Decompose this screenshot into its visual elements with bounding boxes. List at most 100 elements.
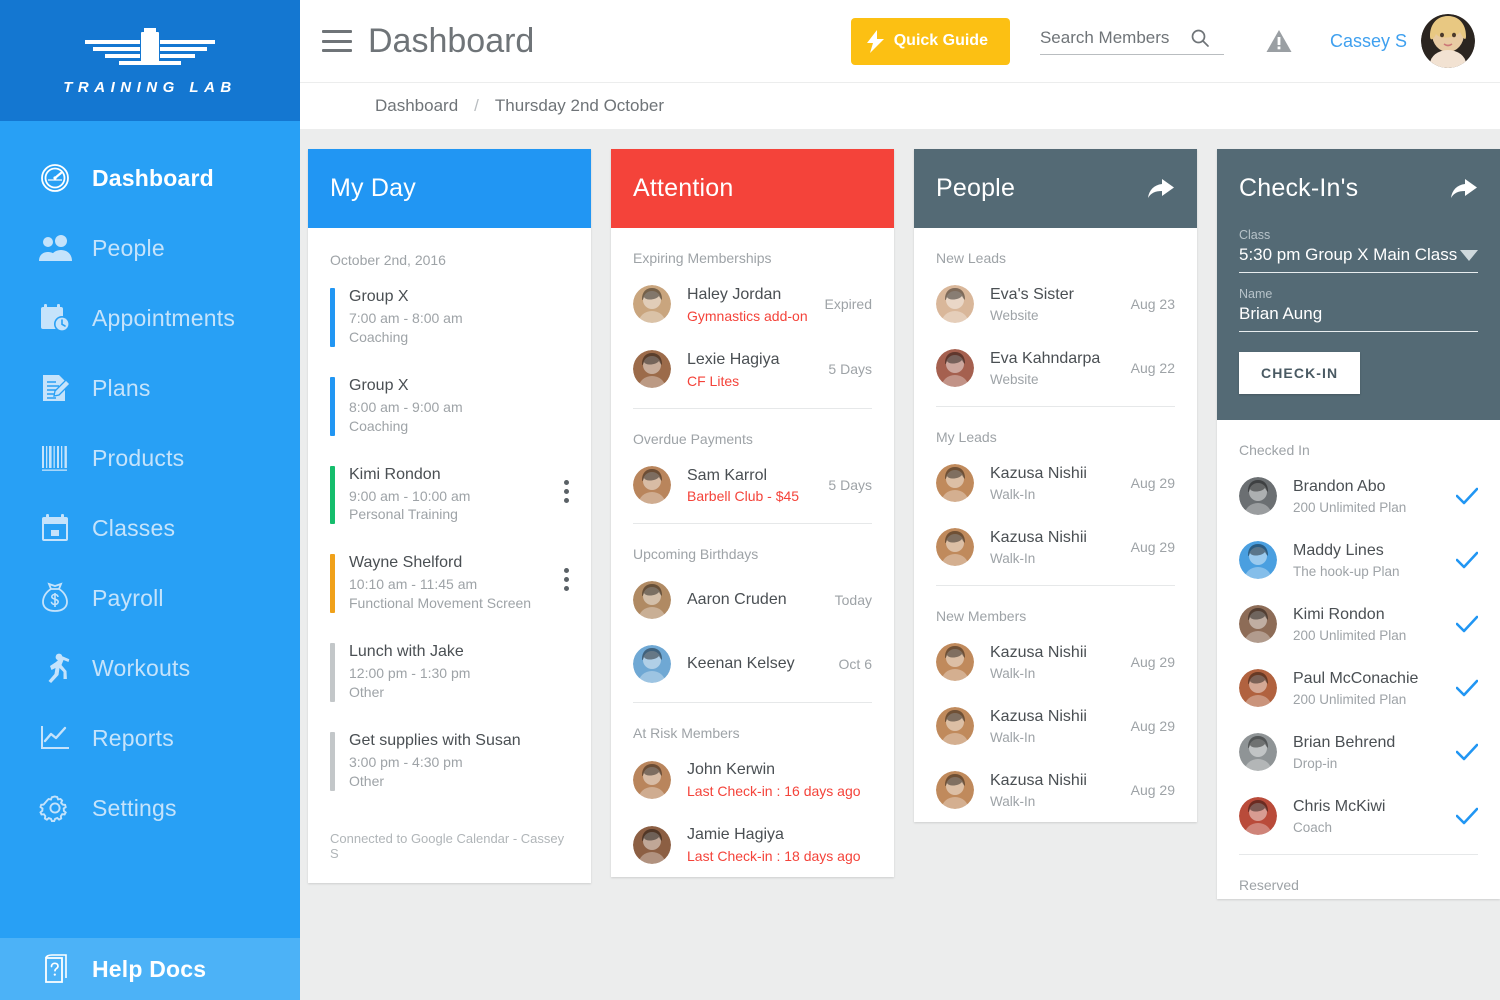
dashboard-cards: My Day October 2nd, 2016 Group X 7:00 am … (300, 129, 1500, 1000)
list-item[interactable]: Aaron Cruden Today (633, 568, 872, 632)
list-item[interactable]: Eva Kahndarpa Website Aug 22 (936, 336, 1175, 400)
sidebar-item-label: Settings (92, 794, 177, 821)
list-item-info: Kimi Rondon 200 Unlimited Plan (1293, 605, 1448, 643)
list-item[interactable]: Paul McConachie 200 Unlimited Plan (1239, 656, 1478, 720)
search-input[interactable] (1039, 27, 1190, 48)
list-item[interactable]: Sam Karrol Barbell Club - $45 5 Days (633, 453, 872, 518)
list-item[interactable]: Maddy Lines The hook-up Plan (1239, 528, 1478, 592)
search-box[interactable] (1039, 27, 1224, 55)
list-item[interactable]: Brian Behrend Drop-in (1239, 720, 1478, 784)
list-item[interactable]: Jamie Hagiya Last Check-in : 18 days ago (633, 812, 872, 877)
event-type: Functional Movement Screen (349, 595, 532, 612)
avatar (1239, 605, 1277, 643)
sidebar-item-products[interactable]: Products (0, 423, 300, 493)
calendar-icon (34, 507, 76, 549)
share-arrow-icon[interactable] (1450, 177, 1478, 201)
list-item[interactable]: Kimi Rondon 200 Unlimited Plan (1239, 592, 1478, 656)
user-name-link[interactable]: Cassey S (1330, 31, 1407, 52)
agenda-item[interactable]: Wayne Shelford 10:10 am - 11:45 am Functio… (330, 538, 569, 627)
sidebar-item-workouts[interactable]: Workouts (0, 633, 300, 703)
avatar (936, 528, 974, 566)
list-item[interactable]: Kazusa Nishii Walk-In Aug 29 (936, 758, 1175, 822)
hamburger-icon[interactable] (322, 30, 352, 52)
help-book-icon (34, 948, 76, 990)
list-item[interactable]: Kazusa Nishii Walk-In Aug 29 (936, 694, 1175, 758)
list-item[interactable]: Kazusa Nishii Walk-In Aug 29 (936, 451, 1175, 515)
chevron-down-icon[interactable] (1460, 249, 1478, 261)
list-item-info: Kazusa Nishii Walk-In (990, 464, 1123, 502)
card-checkins: Check-In's Class 5:30 pm Group X Main Cl… (1217, 149, 1500, 899)
avatar[interactable] (1421, 14, 1475, 68)
sidebar-item-reports[interactable]: Reports (0, 703, 300, 773)
list-item-name: Haley Jordan (687, 286, 782, 303)
list-item[interactable]: Lexie Hagiya CF Lites 5 Days (633, 337, 872, 402)
sidebar-item-classes[interactable]: Classes (0, 493, 300, 563)
list-item-info: Jamie Hagiya Last Check-in : 18 days ago (687, 825, 872, 864)
quick-guide-button[interactable]: Quick Guide (850, 17, 1010, 65)
list-item-info: Paul McConachie 200 Unlimited Plan (1293, 669, 1448, 707)
list-item-info: Haley Jordan Gymnastics add-on (687, 285, 817, 324)
attention-body: Expiring Memberships Haley Jordan Gymnasti… (611, 228, 894, 877)
list-item[interactable]: Kazusa Nishii Walk-In Aug 29 (936, 630, 1175, 694)
list-item-name: Lexie Hagiya (687, 350, 780, 368)
list-item-info: Kazusa Nishii Walk-In (990, 771, 1123, 809)
sidebar-item-payroll[interactable]: Payroll (0, 563, 300, 633)
class-field-label: Class (1239, 228, 1271, 242)
brand-block[interactable]: TRAINING LAB (0, 0, 300, 121)
calendar-clock-icon (34, 297, 76, 339)
list-item[interactable]: John Kerwin Last Check-in : 16 days ago (633, 747, 872, 812)
list-item[interactable]: Eva's Sister Website Aug 23 (936, 272, 1175, 336)
sidebar-item-dashboard[interactable]: Dashboard (0, 143, 300, 213)
event-time: 9:00 am - 10:00 am (349, 487, 471, 504)
search-icon[interactable] (1190, 28, 1210, 48)
list-item[interactable]: Chris McKiwi Coach (1239, 784, 1478, 848)
sidebar-item-appointments[interactable]: Appointments (0, 283, 300, 353)
list-item-sub: Last Check-in : 16 days ago (687, 783, 861, 800)
sidebar-item-plans[interactable]: Plans (0, 353, 300, 423)
list-item-meta: Aug 23 (1130, 296, 1175, 312)
list-item-info: Kazusa Nishii Walk-In (990, 528, 1123, 566)
checkin-form: Check-In's Class 5:30 pm Group X Main Cl… (1217, 149, 1500, 420)
class-field[interactable]: Class 5:30 pm Group X Main Class (1239, 228, 1478, 273)
card-header-my-day: My Day (308, 149, 591, 228)
list-item-name: Kimi Rondon (1293, 606, 1385, 624)
card-people: People New Leads Eva's Sister Website Aug 2… (914, 149, 1197, 822)
agenda-item[interactable]: Lunch with Jake 12:00 pm - 1:30 pm Other (330, 627, 569, 716)
name-field[interactable]: Name Brian Aung (1239, 287, 1478, 332)
list-item-meta: Aug 29 (1130, 654, 1175, 670)
event-menu-icon[interactable] (564, 554, 569, 592)
agenda-item[interactable]: Get supplies with Susan 3:00 pm - 4:30 pm… (330, 716, 569, 805)
list-item[interactable]: Haley Jordan Gymnastics add-on Expired (633, 272, 872, 337)
my-day-body: October 2nd, 2016 Group X 7:00 am - 8:00 … (308, 228, 591, 883)
section-label: New Leads (936, 250, 1007, 266)
avatar (1239, 797, 1277, 835)
check-in-button[interactable]: CHECK-IN (1239, 352, 1361, 394)
sidebar-item-help-docs[interactable]: Help Docs (0, 938, 300, 1000)
agenda-item[interactable]: Kimi Rondon 9:00 am - 10:00 am Personal Tr… (330, 450, 569, 539)
sidebar-item-people[interactable]: People (0, 213, 300, 283)
check-mark-icon (1456, 743, 1478, 761)
list-item-name: Eva's Sister (990, 286, 1074, 304)
list-item[interactable]: Keenan Kelsey Oct 6 (633, 632, 872, 696)
event-time: 10:10 am - 11:45 am (349, 576, 478, 593)
list-item[interactable]: Brandon Abo 200 Unlimited Plan (1239, 464, 1478, 528)
sidebar-item-label: Workouts (92, 654, 191, 681)
card-title: Check-In's (1239, 174, 1359, 202)
list-item-meta: 5 Days (828, 476, 872, 493)
agenda-item[interactable]: Group X 8:00 am - 9:00 am Coaching (330, 361, 569, 450)
warning-triangle-icon[interactable] (1266, 29, 1292, 53)
sidebar-item-settings[interactable]: Settings (0, 773, 300, 843)
section-label: Checked In (1239, 442, 1310, 458)
agenda-item[interactable]: Group X 7:00 am - 8:00 am Coaching (330, 272, 569, 361)
section-label: My Leads (936, 429, 997, 445)
share-arrow-icon[interactable] (1147, 177, 1175, 201)
event-color-bar (330, 731, 335, 791)
list-item[interactable]: Kazusa Nishii Walk-In Aug 29 (936, 515, 1175, 579)
list-item-info: Chris McKiwi Coach (1293, 797, 1448, 835)
breadcrumb-root[interactable]: Dashboard (375, 96, 458, 116)
name-field-label: Name (1239, 287, 1273, 301)
sidebar-item-label: Reports (92, 724, 174, 751)
event-color-bar (330, 288, 335, 347)
event-menu-icon[interactable] (564, 466, 569, 503)
avatar (1239, 669, 1277, 707)
